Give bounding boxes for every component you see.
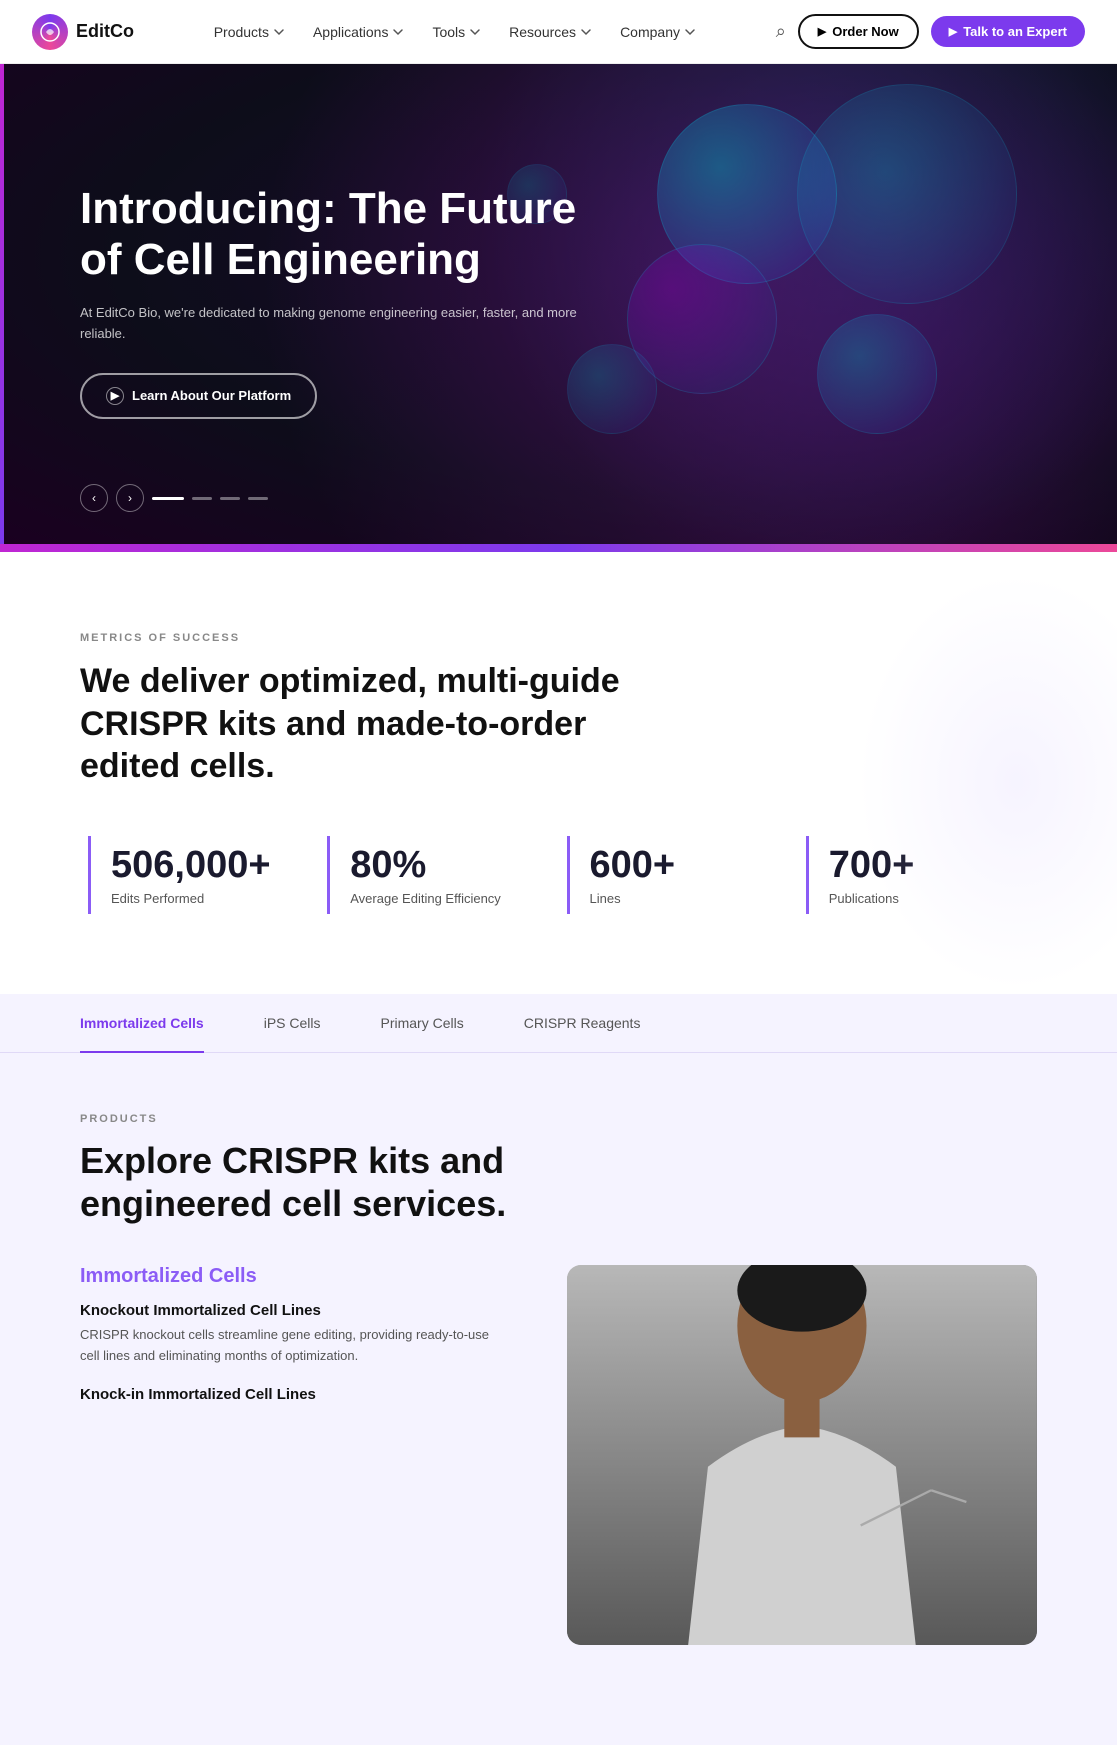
products-content: Immortalized Cells Knockout Immortalized… [80, 1265, 507, 1410]
talk-to-expert-button[interactable]: ▶ Talk to an Expert [931, 16, 1085, 47]
product-knockout-title: Knockout Immortalized Cell Lines [80, 1302, 507, 1319]
products-layout: Immortalized Cells Knockout Immortalized… [80, 1265, 1037, 1645]
products-category-immortalized: Immortalized Cells [80, 1265, 507, 1288]
metric-lines-value: 600+ [590, 844, 766, 887]
nav-link-products[interactable]: Products [214, 24, 285, 40]
hero-navigation: ‹ › [80, 484, 268, 512]
hero-section: Introducing: The Future of Cell Engineer… [0, 64, 1117, 544]
products-section-label: PRODUCTS [80, 1113, 1037, 1125]
metric-efficiency-label: Average Editing Efficiency [350, 891, 526, 906]
hero-accent-bar [0, 64, 4, 544]
hero-bottom-gradient-bar [0, 544, 1117, 552]
hero-dot-3[interactable] [220, 497, 240, 500]
tab-immortalized-cells[interactable]: Immortalized Cells [80, 995, 204, 1053]
products-section: PRODUCTS Explore CRISPR kits and enginee… [0, 1053, 1117, 1705]
logo[interactable]: EditCo [32, 14, 134, 50]
hero-next-button[interactable]: › [116, 484, 144, 512]
logo-icon [32, 14, 68, 50]
hero-content: Introducing: The Future of Cell Engineer… [80, 184, 580, 419]
hero-dot-4[interactable] [248, 497, 268, 500]
metrics-heading: We deliver optimized, multi-guide CRISPR… [80, 660, 640, 788]
metrics-section: METRICS OF SUCCESS We deliver optimized,… [0, 552, 1117, 994]
product-tabs-nav: Immortalized Cells iPS Cells Primary Cel… [0, 994, 1117, 1053]
nav-link-tools[interactable]: Tools [432, 24, 481, 40]
hero-prev-button[interactable]: ‹ [80, 484, 108, 512]
metric-efficiency: 80% Average Editing Efficiency [327, 836, 558, 914]
metric-edits: 506,000+ Edits Performed [88, 836, 319, 914]
navigation: EditCo Products Applications Tools Resou… [0, 0, 1117, 64]
nav-link-resources[interactable]: Resources [509, 24, 592, 40]
search-icon[interactable]: ⌕ [776, 21, 786, 42]
products-header: PRODUCTS Explore CRISPR kits and enginee… [80, 1113, 1037, 1225]
tab-crispr-reagents[interactable]: CRISPR Reagents [524, 995, 641, 1053]
nav-actions: ⌕ ▶ Order Now ▶ Talk to an Expert [776, 14, 1085, 49]
metrics-section-label: METRICS OF SUCCESS [80, 632, 1037, 644]
page-footer [0, 1705, 1117, 1745]
hero-dot-2[interactable] [192, 497, 212, 500]
nav-link-company[interactable]: Company [620, 24, 696, 40]
product-tabs-section: Immortalized Cells iPS Cells Primary Cel… [0, 994, 1117, 1705]
hero-title: Introducing: The Future of Cell Engineer… [80, 184, 580, 285]
cell-bubble-2 [797, 84, 1017, 304]
hero-dot-1[interactable] [152, 497, 184, 500]
products-image [567, 1265, 1037, 1645]
cell-bubble-5 [567, 344, 657, 434]
logo-text: EditCo [76, 21, 134, 42]
nav-link-applications[interactable]: Applications [313, 24, 405, 40]
products-heading: Explore CRISPR kits and engineered cell … [80, 1139, 560, 1225]
hero-description: At EditCo Bio, we're dedicated to making… [80, 303, 580, 345]
scientist-illustration [567, 1265, 1037, 1645]
metric-efficiency-value: 80% [350, 844, 526, 887]
tab-ips-cells[interactable]: iPS Cells [264, 995, 321, 1053]
metric-edits-value: 506,000+ [111, 844, 287, 887]
metric-lines: 600+ Lines [567, 836, 798, 914]
product-knockin-title: Knock-in Immortalized Cell Lines [80, 1386, 507, 1403]
metric-edits-label: Edits Performed [111, 891, 287, 906]
cell-bubble-4 [817, 314, 937, 434]
nav-links: Products Applications Tools Resources Co… [214, 24, 696, 40]
order-now-button[interactable]: ▶ Order Now [798, 14, 919, 49]
tab-primary-cells[interactable]: Primary Cells [381, 995, 464, 1053]
product-knockout-desc: CRISPR knockout cells streamline gene ed… [80, 1325, 507, 1367]
learn-platform-button[interactable]: ▶ Learn About Our Platform [80, 373, 317, 419]
metric-lines-label: Lines [590, 891, 766, 906]
